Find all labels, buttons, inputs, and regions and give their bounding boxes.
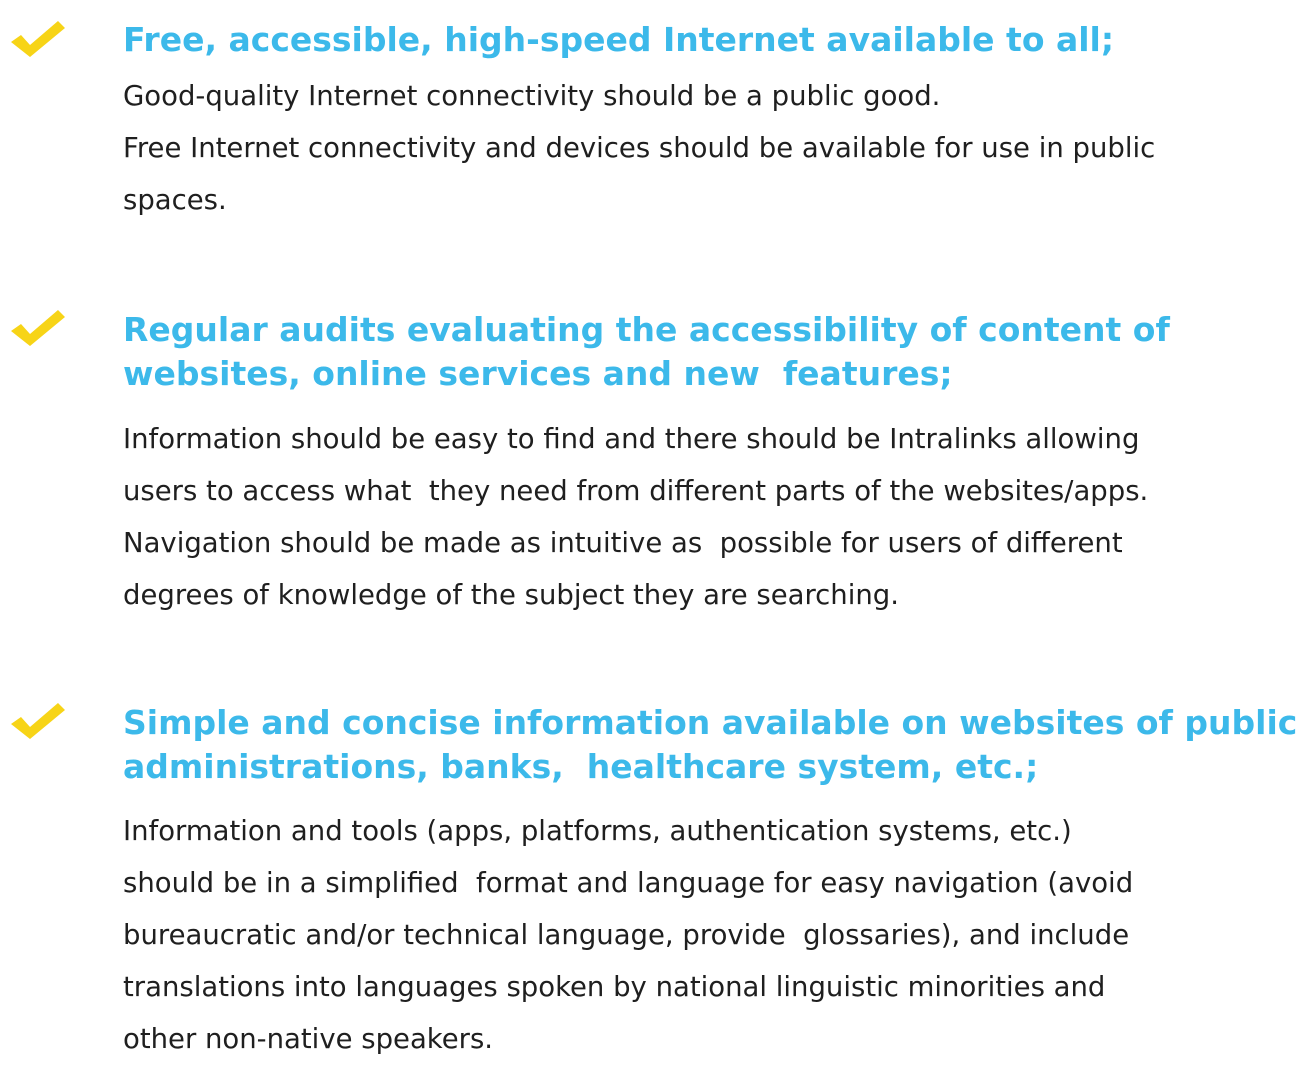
item-description: Good-quality Internet connectivity shoul…	[123, 70, 1303, 226]
description-line: degrees of knowledge of the subject they…	[123, 579, 900, 611]
heading-line: Free, accessible, high-speed Internet av…	[123, 20, 1115, 59]
heading-line: Simple and concise information available…	[123, 703, 1298, 742]
description-line: bureaucratic and/or technical language, …	[123, 919, 1130, 951]
description-line: other non-native speakers.	[123, 1023, 494, 1055]
description-line: Navigation should be made as intuitive a…	[123, 527, 1123, 559]
description-line: spaces.	[123, 184, 227, 216]
heading-line: administrations, banks, healthcare syste…	[123, 747, 1039, 786]
description-line: translations into languages spoken by na…	[123, 971, 1106, 1003]
description-line: should be in a simplified format and lan…	[123, 867, 1134, 899]
item-description: Information and tools (apps, platforms, …	[123, 805, 1303, 1065]
item-description: Information should be easy to find and t…	[123, 413, 1303, 621]
item-heading: Simple and concise information available…	[123, 701, 1303, 789]
item-heading: Regular audits evaluating the accessibil…	[123, 308, 1303, 396]
description-line: Information should be easy to find and t…	[123, 423, 1140, 455]
checkmark-icon	[8, 307, 68, 351]
description-line: Information and tools (apps, platforms, …	[123, 815, 1072, 847]
checkmark-icon	[8, 700, 68, 744]
item-heading: Free, accessible, high-speed Internet av…	[123, 18, 1303, 62]
heading-line: Regular audits evaluating the accessibil…	[123, 310, 1170, 349]
heading-line: websites, online services and new featur…	[123, 354, 953, 393]
checkmark-icon	[8, 18, 68, 62]
description-line: Good-quality Internet connectivity shoul…	[123, 80, 941, 112]
description-line: users to access what they need from diff…	[123, 475, 1149, 507]
description-line: Free Internet connectivity and devices s…	[123, 132, 1156, 164]
